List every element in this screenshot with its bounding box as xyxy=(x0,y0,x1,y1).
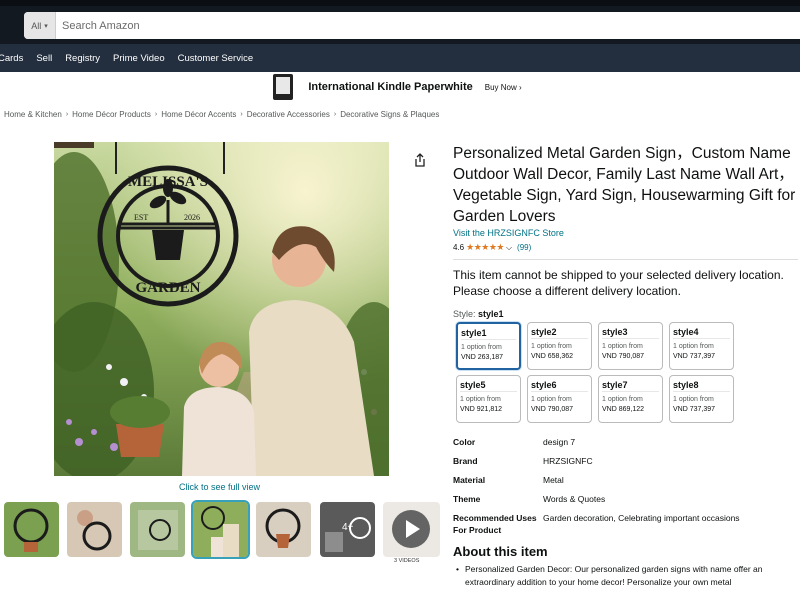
sign-year-text: 2026 xyxy=(184,213,200,222)
rating-summary[interactable]: 4.6 ★★★★★ ⌵ (99) xyxy=(453,242,531,253)
search-input[interactable] xyxy=(58,12,798,39)
divider xyxy=(453,259,798,260)
detail-row-material: Material Metal xyxy=(453,475,564,485)
nav-item-registry[interactable]: Registry xyxy=(65,53,100,64)
video-thumbnail[interactable] xyxy=(383,502,440,557)
top-header: All ▾ xyxy=(0,0,800,44)
search-category-label: All xyxy=(31,20,42,31)
star-rating-icon: ★★★★★ xyxy=(466,242,504,252)
chevron-right-icon: › xyxy=(65,111,69,118)
breadcrumb: Home & Kitchen › Home Décor Products › H… xyxy=(4,110,439,119)
product-details-table: Color design 7 Brand HRZSIGNFC Material … xyxy=(453,436,798,543)
thumbnail-4-selected[interactable] xyxy=(191,500,250,559)
header-strip xyxy=(0,0,800,6)
nav-item-sell[interactable]: Sell xyxy=(36,53,52,64)
search-bar: All ▾ xyxy=(24,12,800,39)
sign-top-text: MELISSA'S xyxy=(128,174,208,190)
nav-item-cards[interactable]: Cards xyxy=(0,53,23,64)
nav-bar: Cards Sell Registry Prime Video Customer… xyxy=(0,44,800,72)
main-product-image[interactable]: MELISSA'S EST 2026 GARDEN xyxy=(54,142,389,476)
share-icon[interactable] xyxy=(413,153,427,167)
thumbnail-3[interactable] xyxy=(130,502,185,557)
store-link[interactable]: Visit the HRZSIGNFC Store xyxy=(453,228,564,238)
breadcrumb-home-kitchen[interactable]: Home & Kitchen xyxy=(4,110,62,119)
promo-banner[interactable]: International Kindle Paperwhite Buy Now … xyxy=(0,72,800,102)
chevron-down-icon[interactable]: ⌵ xyxy=(506,243,512,253)
caret-down-icon: ▾ xyxy=(44,22,48,30)
style-selected-value: style1 xyxy=(478,309,504,319)
nav-item-prime-video[interactable]: Prime Video xyxy=(113,53,165,64)
chevron-right-icon: › xyxy=(333,111,337,118)
thumbnail-6-more[interactable]: 4+ xyxy=(320,502,375,557)
breadcrumb-home-decor-accents[interactable]: Home Décor Accents xyxy=(161,110,236,119)
detail-row-theme: Theme Words & Quotes xyxy=(453,494,606,504)
style-label: Style: style1 xyxy=(453,309,504,319)
thumbnail-5[interactable] xyxy=(256,502,311,557)
breadcrumb-decorative-signs[interactable]: Decorative Signs & Plaques xyxy=(340,110,439,119)
breadcrumb-decorative-accessories[interactable]: Decorative Accessories xyxy=(247,110,330,119)
kindle-device-icon xyxy=(270,74,296,100)
videos-label: 3 VIDEOS xyxy=(394,558,420,564)
style-option-7[interactable]: style7 1 option from VND 869,122 xyxy=(598,375,663,423)
about-bullet: Personalized Garden Decor: Our personali… xyxy=(456,563,795,589)
shipping-notice: This item cannot be shipped to your sele… xyxy=(453,268,784,298)
sign-est-text: EST xyxy=(134,213,148,222)
about-this-item-heading: About this item xyxy=(453,544,548,559)
product-title: Personalized Metal Garden Sign，Custom Na… xyxy=(453,145,796,225)
style-option-8[interactable]: style8 1 option from VND 737,397 xyxy=(669,375,734,423)
style-option-4[interactable]: style4 1 option from VND 737,397 xyxy=(669,322,734,370)
detail-row-color: Color design 7 xyxy=(453,437,576,447)
promo-buy-now-link[interactable]: Buy Now › xyxy=(485,83,522,92)
detail-row-brand: Brand HRZSIGNFC xyxy=(453,456,593,466)
search-category-dropdown[interactable]: All ▾ xyxy=(24,12,56,39)
thumbnail-1[interactable] xyxy=(4,502,59,557)
thumbnail-2[interactable] xyxy=(67,502,122,557)
rating-value: 4.6 xyxy=(453,243,465,252)
detail-row-recommended-uses: Recommended Uses For Product Garden deco… xyxy=(453,513,740,535)
nav-item-customer-service[interactable]: Customer Service xyxy=(178,53,254,64)
chevron-right-icon: › xyxy=(240,111,243,118)
click-full-view-link[interactable]: Click to see full view xyxy=(179,482,260,492)
style-option-1[interactable]: style1 1 option from VND 263,187 xyxy=(456,322,521,370)
rating-count-link[interactable]: (99) xyxy=(517,243,531,252)
style-option-5[interactable]: style5 1 option from VND 921,812 xyxy=(456,375,521,423)
promo-title: International Kindle Paperwhite xyxy=(308,81,473,93)
chevron-right-icon: › xyxy=(154,111,158,118)
breadcrumb-home-decor-products[interactable]: Home Décor Products xyxy=(72,110,151,119)
more-images-count: 4+ xyxy=(342,522,354,533)
style-option-6[interactable]: style6 1 option from VND 790,087 xyxy=(527,375,592,423)
sign-bottom-text: GARDEN xyxy=(135,280,200,296)
style-option-3[interactable]: style3 1 option from VND 790,087 xyxy=(598,322,663,370)
style-option-2[interactable]: style2 1 option from VND 658,362 xyxy=(527,322,592,370)
